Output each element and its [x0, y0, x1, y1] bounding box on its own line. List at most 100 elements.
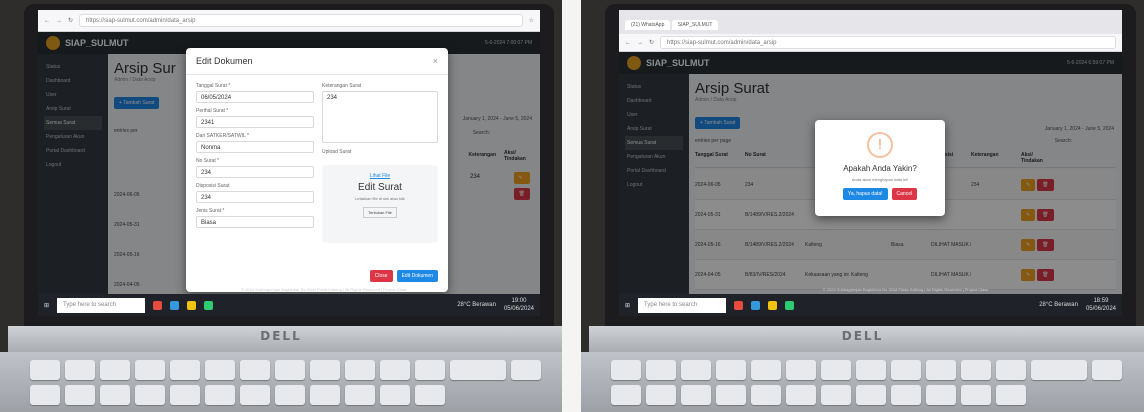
keyboard-key	[275, 360, 305, 380]
keyboard-key	[205, 360, 235, 380]
keyboard-key	[170, 385, 200, 405]
app-icon[interactable]	[768, 300, 778, 310]
keyboard-key	[611, 385, 641, 405]
keyboard-key	[891, 385, 921, 405]
clock-date: 05/06/2024	[503, 306, 534, 312]
keyboard-key	[240, 360, 270, 380]
warning-icon: !	[867, 132, 893, 158]
footer-text: © 2024 Subbagrenjab Bagbinbar Ro SDM Pol…	[241, 287, 407, 292]
upload-dropzone[interactable]: Lihat File Edit Surat Letakkan file di s…	[322, 165, 438, 243]
keyboard-key	[751, 360, 781, 380]
keyboard-key	[716, 360, 746, 380]
back-icon[interactable]: ←	[625, 40, 631, 46]
dell-logo: DELL	[260, 329, 302, 343]
keyboard-key	[786, 360, 816, 380]
app-icon[interactable]	[734, 300, 744, 310]
forward-icon[interactable]: →	[637, 40, 643, 46]
taskbar-search[interactable]: Type here to search	[638, 297, 727, 313]
reload-icon[interactable]: ↻	[68, 17, 73, 24]
keterangan-label: Keterangan Surat	[322, 83, 362, 89]
keyboard-key	[135, 385, 165, 405]
edit-surat-heading: Edit Surat	[358, 182, 402, 193]
app-icon[interactable]	[153, 300, 163, 310]
browser-toolbar: ← → ↻ https://siap-sulmut.com/admin/data…	[619, 34, 1122, 52]
app-icon[interactable]	[187, 300, 197, 310]
clock-time: 19:00	[511, 298, 527, 304]
keyboard-key	[996, 360, 1026, 380]
tanggal-label: Tanggal Surat *	[196, 83, 231, 89]
lihat-file-link[interactable]: Lihat File	[322, 173, 438, 179]
keyboard-key	[310, 385, 340, 405]
confirm-delete-button[interactable]: Ya, hapus data!	[842, 188, 888, 200]
reload-icon[interactable]: ↻	[649, 39, 654, 46]
dari-label: Dari SATKER/SATWIL *	[196, 133, 249, 139]
keyboard-key	[646, 360, 676, 380]
dialog-text: Anda akan menghapus data ini!	[851, 177, 909, 182]
taskbar-search[interactable]: Type here to search	[57, 297, 146, 313]
keyboard-key	[1092, 360, 1122, 380]
keyboard-key	[415, 360, 445, 380]
keyboard-key	[821, 360, 851, 380]
windows-taskbar: ⊞ Type here to search 28°C Berawan 19:00…	[38, 294, 540, 316]
address-bar[interactable]: https://siap-sulmut.com/admin/data_arsip	[79, 14, 523, 27]
keyboard-key	[511, 360, 541, 380]
photo-delete-dialog: (21) WhatsApp SIAP_SULMUT ← → ↻ https://…	[581, 0, 1144, 412]
back-icon[interactable]: ←	[44, 18, 50, 24]
upload-hint: Letakkan file di sini atau klik	[355, 196, 405, 201]
keyboard-key	[100, 385, 130, 405]
keyboard-key	[380, 360, 410, 380]
bookmark-star-icon[interactable]: ☆	[529, 17, 534, 24]
dari-select[interactable]: Nonma	[196, 141, 314, 153]
jenis-select[interactable]: Biasa	[196, 216, 314, 228]
tanggal-input[interactable]: 06/05/2024	[196, 91, 314, 103]
tab-siap-sulmut[interactable]: SIAP_SULMUT	[671, 20, 719, 30]
edit-dokumen-modal: Edit Dokumen × Tanggal Surat * 06/05/2024…	[186, 48, 448, 292]
nosurat-label: No Surat *	[196, 158, 220, 164]
keyboard-key	[961, 360, 991, 380]
clock-time: 18:59	[1093, 298, 1109, 304]
keyboard-key	[100, 360, 130, 380]
keyboard-key	[275, 385, 305, 405]
keyboard-key	[681, 360, 711, 380]
app-icon[interactable]	[785, 300, 795, 310]
forward-icon[interactable]: →	[56, 18, 62, 24]
keterangan-textarea[interactable]: 234	[322, 91, 438, 143]
select-file-button[interactable]: Tentukan File	[363, 207, 397, 218]
laptop-screen: (21) WhatsApp SIAP_SULMUT ← → ↻ https://…	[619, 10, 1122, 316]
edit-dokumen-button[interactable]: Edit Dokumen	[396, 270, 438, 282]
perihal-label: Perihal Surat *	[196, 108, 229, 114]
keyboard-key	[170, 360, 200, 380]
disposisi-label: Disposisi Surat	[196, 183, 230, 189]
cancel-button[interactable]: Cancel	[891, 188, 918, 200]
laptop-bezel: (21) WhatsApp SIAP_SULMUT ← → ↻ https://…	[605, 4, 1136, 326]
keyboard-key	[345, 385, 375, 405]
weather-status: 28°C Berawan	[457, 302, 496, 308]
laptop-screen: ← → ↻ https://siap-sulmut.com/admin/data…	[38, 10, 540, 316]
photo-edit-dialog: ← → ↻ https://siap-sulmut.com/admin/data…	[0, 0, 562, 412]
keyboard-key	[611, 360, 641, 380]
close-button[interactable]: Close	[369, 270, 393, 282]
app-icon[interactable]	[170, 300, 180, 310]
clock-date: 05/06/2024	[1085, 306, 1116, 312]
keyboard-key	[380, 385, 410, 405]
app-icon[interactable]	[204, 300, 214, 310]
laptop-keyboard	[0, 352, 562, 412]
app-icon[interactable]	[751, 300, 761, 310]
windows-start-icon[interactable]: ⊞	[625, 302, 630, 309]
close-icon[interactable]: ×	[433, 56, 438, 66]
address-bar[interactable]: https://siap-sulmut.com/admin/data_arsip	[660, 36, 1116, 49]
nosurat-input[interactable]: 234	[196, 166, 314, 178]
confirm-delete-dialog: ! Apakah Anda Yakin? Anda akan menghapus…	[815, 120, 945, 216]
disposisi-input[interactable]: 234	[196, 191, 314, 203]
keyboard-key	[450, 360, 506, 380]
keyboard-key	[926, 360, 956, 380]
tab-whatsapp[interactable]: (21) WhatsApp	[625, 20, 671, 30]
windows-start-icon[interactable]: ⊞	[44, 302, 49, 309]
modal-title: Edit Dokumen ×	[186, 48, 448, 75]
perihal-input[interactable]: 2341	[196, 116, 314, 128]
keyboard-key	[30, 360, 60, 380]
keyboard-key	[821, 385, 851, 405]
laptop-keyboard	[581, 352, 1144, 412]
keyboard-key	[415, 385, 445, 405]
keyboard-key	[65, 385, 95, 405]
